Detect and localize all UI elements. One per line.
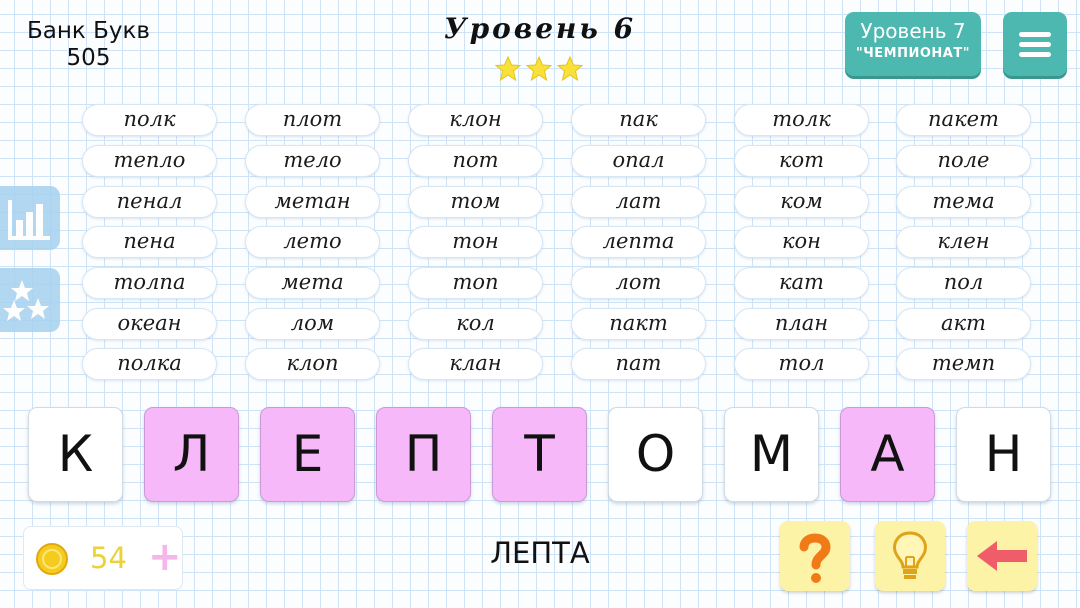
star-icon — [556, 55, 584, 82]
found-word: кол — [408, 308, 543, 340]
found-word: лат — [571, 186, 706, 218]
found-word: клон — [408, 104, 543, 136]
found-word: поле — [896, 145, 1031, 177]
next-level-name: "ЧЕМПИОНАТ" — [856, 46, 970, 61]
found-word: толпа — [82, 267, 217, 299]
level-stars — [494, 55, 586, 83]
coins-panel: 54 + — [23, 526, 183, 590]
found-word: тон — [408, 226, 543, 258]
found-words-grid: полк тепло пенал пена толпа океан полка плот тел… — [82, 104, 1032, 384]
level-title: Уровень 6 — [443, 12, 637, 45]
found-word: полк — [82, 104, 217, 136]
found-word: тепло — [82, 145, 217, 177]
found-word: клан — [408, 348, 543, 380]
plus-icon[interactable]: + — [148, 537, 182, 577]
letter-tile[interactable]: Л — [144, 407, 239, 502]
stars-tab[interactable] — [0, 268, 60, 332]
found-word: лом — [245, 308, 380, 340]
next-level-label: Уровень 7 — [860, 19, 966, 43]
found-word: план — [734, 308, 869, 340]
found-word: пена — [82, 226, 217, 258]
letter-tile[interactable]: П — [376, 407, 471, 502]
found-word: акт — [896, 308, 1031, 340]
found-word: полка — [82, 348, 217, 380]
letter-tile[interactable]: Е — [260, 407, 355, 502]
found-word: кот — [734, 145, 869, 177]
found-word: кон — [734, 226, 869, 258]
stars-icon — [3, 280, 49, 321]
letter-tile[interactable]: О — [608, 407, 703, 502]
found-word: клоп — [245, 348, 380, 380]
found-word: тол — [734, 348, 869, 380]
coin-count: 54 — [90, 541, 127, 575]
backspace-button[interactable] — [967, 521, 1037, 591]
found-word: пат — [571, 348, 706, 380]
star-icon — [494, 55, 522, 82]
letter-tiles: КЛЕПТОМАН — [28, 407, 1058, 504]
letter-tile[interactable]: Т — [492, 407, 587, 502]
bank-label: Банк Букв — [27, 18, 150, 44]
found-word: лот — [571, 267, 706, 299]
found-word: тело — [245, 145, 380, 177]
hint-button[interactable] — [875, 521, 945, 591]
found-word: клен — [896, 226, 1031, 258]
found-word: темп — [896, 348, 1031, 380]
found-word: том — [408, 186, 543, 218]
found-word: пол — [896, 267, 1031, 299]
coin-icon — [36, 543, 68, 575]
letter-tile[interactable]: М — [724, 407, 819, 502]
bank-count: 505 — [66, 45, 111, 71]
letter-tile[interactable]: А — [840, 407, 935, 502]
found-word: метан — [245, 186, 380, 218]
found-word: пакт — [571, 308, 706, 340]
current-word: ЛЕПТА — [490, 536, 590, 570]
letter-bank: Банк Букв 505 — [16, 18, 161, 72]
question-icon — [799, 533, 831, 583]
bar-chart-icon — [8, 200, 50, 240]
question-button[interactable] — [780, 521, 850, 591]
found-word: опал — [571, 145, 706, 177]
next-level-button[interactable]: Уровень 7 "ЧЕМПИОНАТ" — [845, 12, 981, 76]
found-word: ком — [734, 186, 869, 218]
stats-tab[interactable] — [0, 186, 60, 250]
found-word: толк — [734, 104, 869, 136]
found-word: тема — [896, 186, 1031, 218]
lightbulb-icon — [893, 531, 927, 579]
star-icon — [525, 55, 553, 82]
menu-button[interactable] — [1003, 12, 1067, 76]
found-word: плот — [245, 104, 380, 136]
letter-tile[interactable]: К — [28, 407, 123, 502]
found-word: пак — [571, 104, 706, 136]
found-word: топ — [408, 267, 543, 299]
found-word: пакет — [896, 104, 1031, 136]
found-word: кат — [734, 267, 869, 299]
found-word: лепта — [571, 226, 706, 258]
found-word: океан — [82, 308, 217, 340]
letter-tile[interactable]: Н — [956, 407, 1051, 502]
found-word: пенал — [82, 186, 217, 218]
found-word: лето — [245, 226, 380, 258]
found-word: пот — [408, 145, 543, 177]
found-word: мета — [245, 267, 380, 299]
arrow-left-icon — [977, 541, 1027, 571]
